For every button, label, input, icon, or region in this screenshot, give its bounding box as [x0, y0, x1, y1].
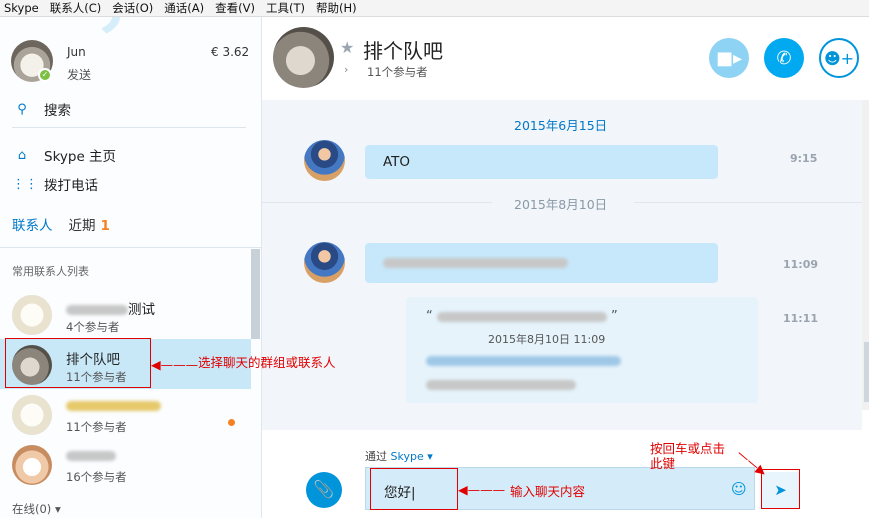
tab-recent-label: 近期: [68, 218, 96, 234]
message-text: ATO: [383, 154, 411, 170]
profile-name[interactable]: Jun: [67, 45, 86, 59]
emoji-icon[interactable]: ☺: [731, 480, 747, 498]
profile-status[interactable]: 发送: [67, 66, 91, 83]
favorites-list-header: 常用联系人列表: [12, 265, 89, 278]
contact-members: 4个参与者: [66, 320, 120, 334]
voice-call-button[interactable]: ✆: [764, 38, 804, 78]
sender-avatar: [304, 242, 345, 283]
search-icon: ⚲: [17, 101, 27, 117]
tab-recent[interactable]: 近期 1: [69, 214, 110, 234]
sidebar: ✓ Jun 发送 € 3.62 ⚲ 搜索 ⌂ Skype 主页 ⋮⋮ 拨打电话 …: [0, 17, 262, 518]
quoted-author: “ ”: [426, 309, 618, 324]
recent-badge: 1: [100, 218, 110, 234]
phone-icon: ✆: [776, 47, 792, 69]
contact-name: [66, 448, 116, 464]
annotation-arrow: ◀———: [458, 482, 506, 497]
message-time: 11:09: [783, 258, 819, 271]
message-list[interactable]: 2015年6月15日 ATO 9:15 2015年8月10日 11:09 “ ”…: [262, 100, 862, 430]
home-label: Skype 主页: [44, 149, 117, 165]
menu-bar: Skype 联系人(C) 会话(O) 通话(A) 查看(V) 工具(T) 帮助(…: [0, 0, 869, 17]
attach-button[interactable]: 📎: [306, 472, 342, 508]
contact-avatar: [12, 445, 52, 485]
online-status-icon: ✓: [38, 68, 52, 82]
date-separator: 2015年8月10日: [514, 197, 608, 212]
paperclip-icon: 📎: [313, 480, 335, 500]
annotation-input: 输入聊天内容: [510, 484, 586, 499]
search-label: 搜索: [44, 103, 71, 119]
message-time: 9:15: [790, 152, 818, 165]
sidebar-item-dial[interactable]: ⋮⋮ 拨打电话: [12, 174, 98, 195]
favorite-star-icon[interactable]: ★: [340, 38, 354, 57]
quoted-timestamp: 2015年8月10日 11:09: [488, 333, 606, 346]
message-time: 11:11: [783, 312, 819, 325]
divider: [0, 247, 261, 248]
search-link[interactable]: ⚲ 搜索: [12, 99, 71, 120]
quoted-date: [426, 377, 576, 391]
menu-skype[interactable]: Skype: [0, 1, 46, 15]
online-count[interactable]: 在线(0) ▾: [12, 501, 61, 517]
contact-members: 16个参与者: [66, 470, 127, 484]
contact-item[interactable]: 16个参与者: [0, 439, 251, 489]
menu-conversation[interactable]: 会话(O): [108, 0, 160, 16]
contact-name: 测试: [66, 298, 155, 318]
menu-view[interactable]: 查看(V): [211, 0, 262, 16]
annotation-box-input: [370, 468, 458, 510]
menu-call[interactable]: 通话(A): [160, 0, 211, 16]
contact-name: [66, 398, 161, 414]
chat-scrollbar-thumb[interactable]: [864, 342, 869, 402]
separator-line: [262, 202, 492, 203]
add-participant-button[interactable]: ☻+: [819, 38, 859, 78]
add-person-icon: ☻+: [823, 48, 855, 68]
message-bubble[interactable]: [365, 243, 718, 283]
menu-help[interactable]: 帮助(H): [312, 0, 364, 16]
conversation-title: 排个队吧: [363, 39, 443, 63]
send-via-selector[interactable]: 通过 Skype ▾: [365, 448, 433, 464]
chevron-right-icon[interactable]: ›: [344, 63, 348, 76]
sidebar-item-home[interactable]: ⌂ Skype 主页: [12, 145, 117, 166]
annotation-send: 按回车或点击 此键: [650, 441, 726, 471]
contact-tabs: 联系人 近期 1: [12, 214, 110, 234]
annotation-box-contact: [5, 338, 151, 388]
sidebar-scrollbar[interactable]: [251, 249, 260, 339]
menu-contacts[interactable]: 联系人(C): [46, 0, 109, 16]
quoted-email: [426, 353, 621, 367]
contact-item[interactable]: 11个参与者: [0, 389, 251, 439]
decorative-wave: [0, 17, 120, 47]
conversation-avatar[interactable]: [273, 27, 334, 88]
divider: [12, 127, 246, 128]
conversation-members[interactable]: 11个参与者: [367, 64, 428, 80]
date-separator: 2015年6月15日: [514, 118, 608, 133]
dialpad-icon: ⋮⋮: [12, 176, 38, 192]
separator-line: [634, 202, 862, 203]
video-camera-icon: ■▸: [715, 47, 743, 69]
video-call-button[interactable]: ■▸: [709, 38, 749, 78]
quoted-message[interactable]: “ ” 2015年8月10日 11:09: [406, 297, 758, 403]
contact-avatar: [12, 395, 52, 435]
annotation-select: 选择聊天的群组或联系人: [198, 355, 336, 370]
unread-dot-icon: [228, 419, 235, 426]
annotation-arrow: ◀———: [151, 357, 199, 372]
annotation-box-send: [761, 469, 800, 509]
dial-label: 拨打电话: [44, 178, 98, 194]
contact-members: 11个参与者: [66, 420, 127, 434]
home-icon: ⌂: [17, 147, 27, 163]
skype-credit[interactable]: € 3.62: [211, 45, 249, 59]
contact-avatar: [12, 295, 52, 335]
sender-avatar: [304, 140, 345, 181]
tab-contacts[interactable]: 联系人: [12, 214, 53, 234]
message-bubble[interactable]: ATO: [365, 145, 718, 179]
contact-item[interactable]: 测试 4个参与者: [0, 289, 251, 339]
menu-tools[interactable]: 工具(T): [262, 0, 312, 16]
